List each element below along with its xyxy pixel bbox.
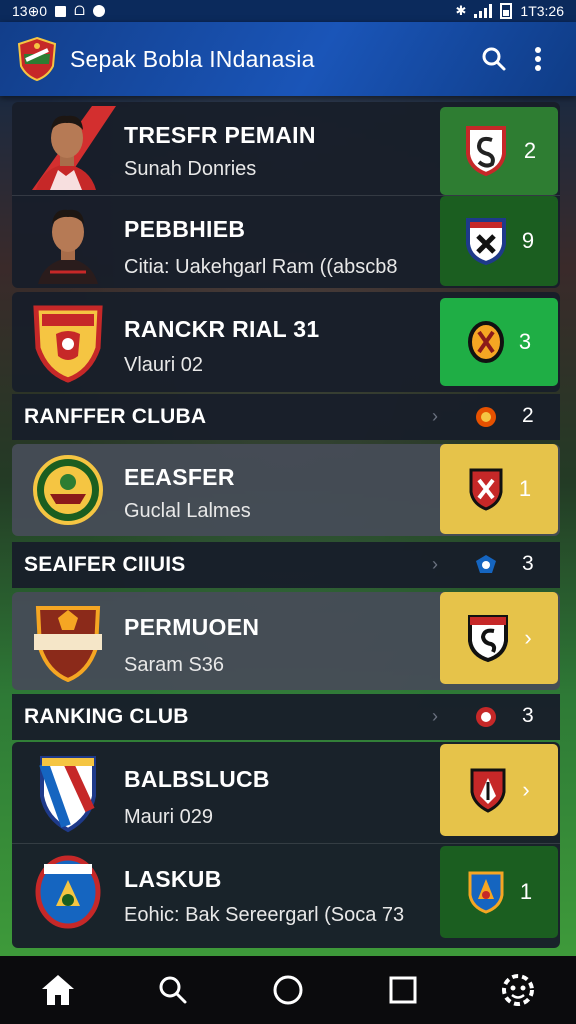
circle-button[interactable] bbox=[258, 960, 318, 1020]
row-subtitle: Vlauri 02 bbox=[124, 354, 203, 376]
row-subtitle: Mauri 029 bbox=[124, 806, 213, 828]
search-button[interactable] bbox=[472, 37, 516, 81]
notification-icon bbox=[55, 5, 67, 17]
score-box[interactable]: 1 bbox=[440, 444, 558, 534]
row-title: EEASFER bbox=[124, 464, 235, 490]
row-title: PEBBHIEB bbox=[124, 216, 246, 242]
row-subtitle: Citia: Uakehgarl Ram ((abscb8 bbox=[124, 256, 398, 278]
status-bar: 13⊕0 ᗝ ✱ 1T3:26 bbox=[0, 0, 576, 22]
bottom-nav-bar bbox=[0, 956, 576, 1024]
club-mini-badge-icon bbox=[476, 555, 496, 573]
app-title: Sepak Bobla INdanasia bbox=[70, 45, 315, 72]
app-notification-icon: ᗝ bbox=[74, 3, 85, 18]
row-subtitle: Guclal Lalmes bbox=[124, 500, 251, 522]
club-badge-icon bbox=[468, 615, 509, 663]
row-subtitle: Eohic: Bak Sereergarl (Soca 73 bbox=[124, 904, 405, 926]
score-box[interactable]: 2 bbox=[440, 107, 558, 195]
list-item[interactable]: LASKUB Eohic: Bak Sereergarl (Soca 73 1 bbox=[12, 844, 560, 944]
row-value: › bbox=[522, 777, 530, 802]
more-options-button[interactable] bbox=[516, 37, 560, 81]
club-badge-icon bbox=[470, 768, 506, 813]
assistant-icon bbox=[502, 974, 535, 1006]
club-badge-icon bbox=[465, 126, 506, 177]
status-time-left: 13⊕0 bbox=[12, 2, 48, 19]
section-value: 3 bbox=[522, 552, 534, 575]
club-badge-icon bbox=[469, 468, 503, 511]
score-box[interactable]: 9 bbox=[440, 196, 558, 286]
nav-search-button[interactable] bbox=[143, 960, 203, 1020]
score-box[interactable]: › bbox=[440, 592, 558, 684]
club-crest-icon bbox=[33, 455, 103, 525]
player-avatar bbox=[38, 209, 98, 284]
row-title: BALBSLUCB bbox=[124, 766, 270, 792]
section-header[interactable]: SEAIFER CIIUIS › 3 bbox=[12, 542, 560, 588]
score-box[interactable]: 3 bbox=[440, 298, 558, 386]
club-mini-badge-icon bbox=[476, 407, 496, 427]
list-item[interactable]: EEASFER Guclal Lalmes 1 bbox=[12, 444, 560, 536]
row-title: PERMUOEN bbox=[124, 614, 260, 640]
club-badge-icon bbox=[468, 871, 504, 914]
score-box[interactable]: › bbox=[440, 744, 558, 836]
status-time-right: 1T3:26 bbox=[520, 3, 564, 19]
row-title: RANCKR RIAL 31 bbox=[124, 316, 320, 342]
club-crest-icon bbox=[33, 305, 103, 383]
row-value: 1 bbox=[518, 476, 532, 501]
club-list: TRESFR PEMAIN Sunah Donries 2 PEBBHIEB C… bbox=[12, 102, 560, 948]
row-value: 3 bbox=[518, 329, 532, 354]
search-icon bbox=[159, 976, 187, 1004]
score-box[interactable]: 1 bbox=[440, 846, 558, 938]
app-logo-icon bbox=[17, 36, 57, 82]
list-item[interactable]: RANCKR RIAL 31 Vlauri 02 3 bbox=[12, 294, 560, 390]
section-value: 2 bbox=[522, 404, 534, 427]
chevron-right-icon: › bbox=[432, 406, 438, 426]
home-button[interactable] bbox=[28, 960, 88, 1020]
row-value: 9 bbox=[521, 228, 535, 253]
list-item[interactable]: PEBBHIEB Citia: Uakehgarl Ram ((abscb8 9 bbox=[12, 196, 560, 288]
signal-icon bbox=[474, 4, 493, 18]
chevron-right-icon: › bbox=[432, 554, 438, 574]
list-item[interactable]: PERMUOEN Saram S36 › bbox=[12, 592, 560, 690]
search-icon bbox=[482, 47, 506, 71]
section-header[interactable]: RANFFER CLUBA › 2 bbox=[12, 394, 560, 440]
section-value: 3 bbox=[522, 704, 534, 727]
chevron-right-icon: › bbox=[432, 706, 438, 726]
battery-icon bbox=[500, 3, 513, 19]
section-header[interactable]: RANKING CLUB › 3 bbox=[12, 694, 560, 740]
club-crest-icon bbox=[35, 855, 101, 929]
row-subtitle: Sunah Donries bbox=[124, 158, 257, 180]
list-item[interactable]: TRESFR PEMAIN Sunah Donries 2 bbox=[12, 102, 560, 195]
club-crest-icon bbox=[34, 606, 102, 682]
row-title: LASKUB bbox=[124, 866, 222, 892]
assistant-button[interactable] bbox=[488, 960, 548, 1020]
player-avatar bbox=[32, 106, 116, 190]
row-title: TRESFR PEMAIN bbox=[124, 122, 316, 148]
square-button[interactable] bbox=[373, 960, 433, 1020]
row-value: 1 bbox=[519, 879, 533, 904]
row-value: 2 bbox=[523, 138, 537, 163]
app-bar: Sepak Bobla INdanasia bbox=[0, 22, 576, 96]
row-value: › bbox=[524, 625, 532, 650]
bluetooth-icon: ✱ bbox=[455, 3, 467, 18]
circle-icon bbox=[273, 975, 303, 1005]
club-mini-badge-icon bbox=[476, 707, 496, 727]
list-item[interactable]: BALBSLUCB Mauri 029 › bbox=[12, 742, 560, 842]
square-icon bbox=[389, 976, 417, 1004]
club-badge-icon bbox=[465, 218, 506, 266]
club-crest-icon bbox=[39, 756, 96, 833]
club-badge-icon bbox=[467, 321, 504, 363]
row-subtitle: Saram S36 bbox=[124, 654, 225, 676]
home-icon bbox=[41, 975, 74, 1005]
more-vert-icon bbox=[535, 47, 541, 71]
location-icon bbox=[92, 5, 105, 17]
